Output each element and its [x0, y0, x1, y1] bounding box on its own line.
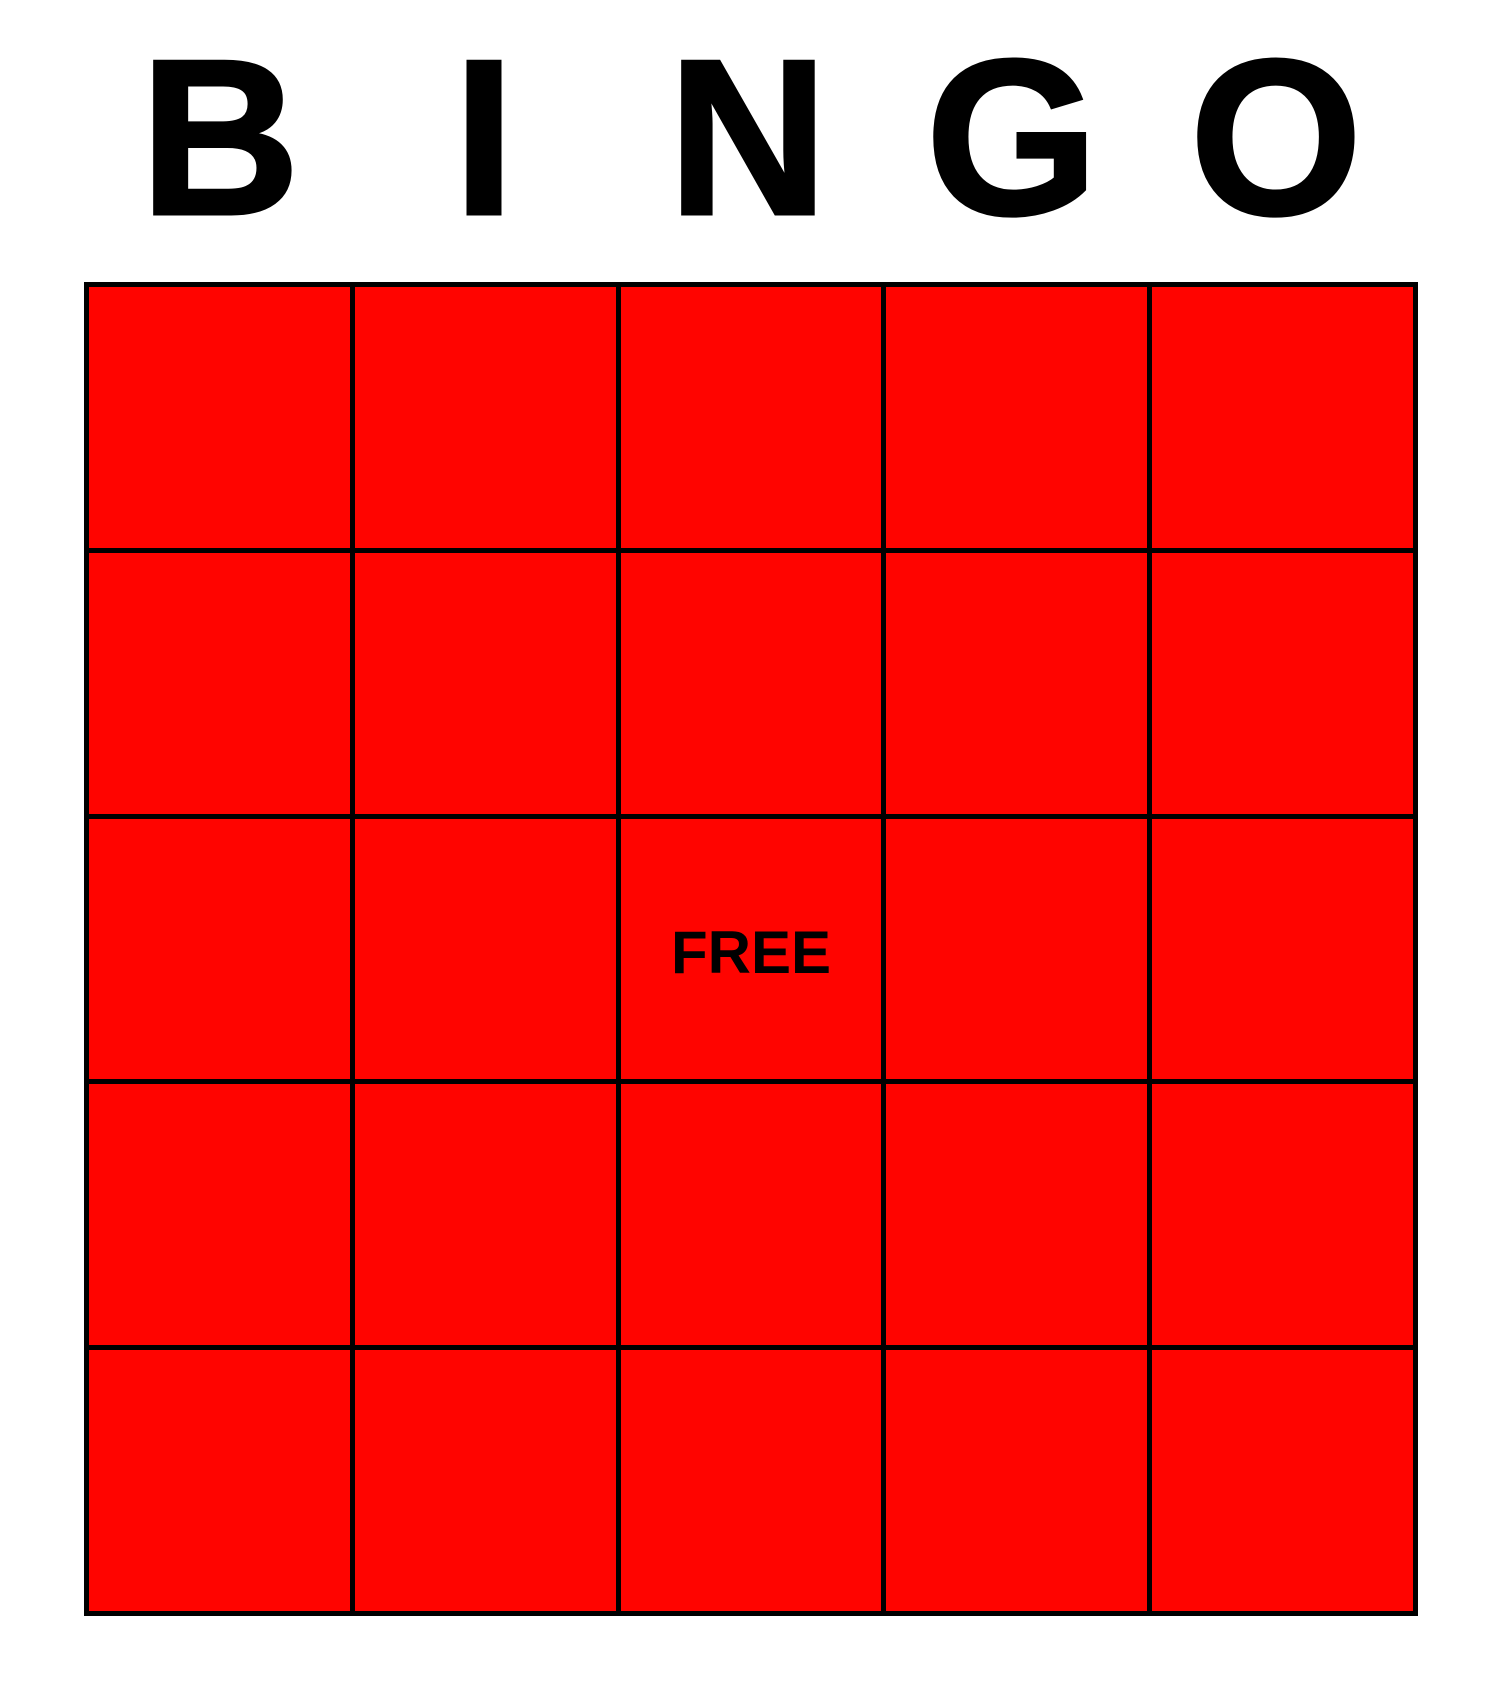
bingo-cell-g1[interactable] — [886, 287, 1148, 548]
free-space-cell[interactable]: FREE — [620, 818, 882, 1080]
bingo-cell-o2[interactable] — [1152, 552, 1413, 814]
bingo-cell-i3[interactable] — [354, 818, 616, 1080]
bingo-cell-b4[interactable] — [89, 1084, 350, 1346]
bingo-cell-i2[interactable] — [354, 552, 616, 814]
header-letter-g: G — [924, 14, 1100, 262]
bingo-cell-g4[interactable] — [886, 1084, 1148, 1346]
bingo-cell-o5[interactable] — [1152, 1350, 1413, 1611]
bingo-cell-b5[interactable] — [89, 1350, 350, 1611]
header-letter-b: B — [138, 14, 301, 262]
bingo-cell-i4[interactable] — [354, 1084, 616, 1346]
bingo-cell-i5[interactable] — [354, 1350, 616, 1611]
bingo-cell-b2[interactable] — [89, 552, 350, 814]
bingo-card-grid: FREE — [84, 282, 1418, 1616]
bingo-cell-n4[interactable] — [620, 1084, 882, 1346]
bingo-header: B I N G O — [0, 0, 1500, 280]
bingo-cell-b3[interactable] — [89, 818, 350, 1080]
bingo-cell-o4[interactable] — [1152, 1084, 1413, 1346]
bingo-cell-n1[interactable] — [620, 287, 882, 548]
header-letter-i: I — [452, 14, 517, 262]
bingo-cell-g3[interactable] — [886, 818, 1148, 1080]
bingo-cell-n2[interactable] — [620, 552, 882, 814]
bingo-cell-i1[interactable] — [354, 287, 616, 548]
bingo-cell-g5[interactable] — [886, 1350, 1148, 1611]
bingo-cell-b1[interactable] — [89, 287, 350, 548]
header-letter-o: O — [1188, 14, 1364, 262]
header-letter-n: N — [666, 14, 829, 262]
bingo-cell-o1[interactable] — [1152, 287, 1413, 548]
bingo-cell-o3[interactable] — [1152, 818, 1413, 1080]
bingo-cell-g2[interactable] — [886, 552, 1148, 814]
bingo-cell-n5[interactable] — [620, 1350, 882, 1611]
